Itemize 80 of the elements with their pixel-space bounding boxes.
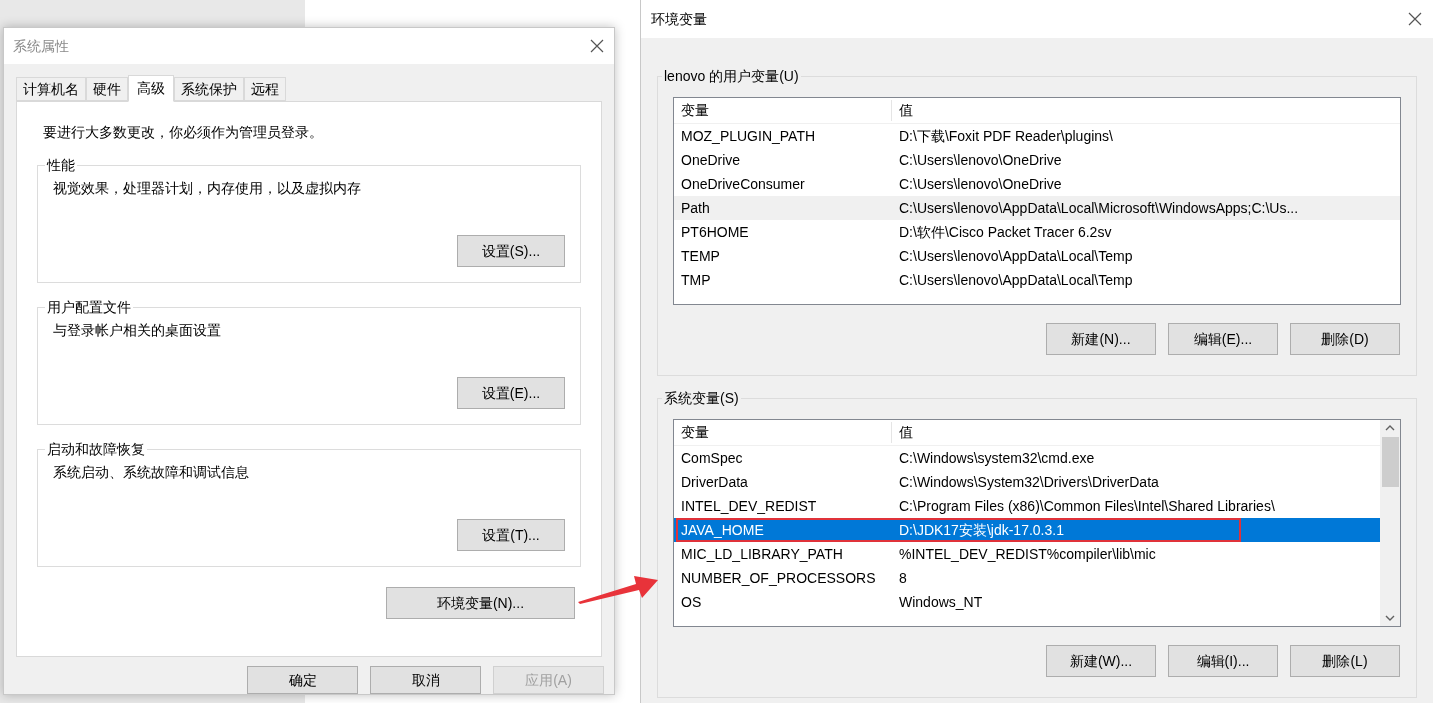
close-icon[interactable]: [589, 38, 605, 54]
dialog-button[interactable]: 新建(W)...: [1046, 645, 1156, 677]
scrollbar[interactable]: [1380, 420, 1400, 626]
dialog-button[interactable]: 删除(L): [1290, 645, 1400, 677]
variable-value: C:\Windows\system32\cmd.exe: [898, 448, 1095, 468]
variable-name: INTEL_DEV_REDIST: [680, 496, 818, 516]
window-title: 系统属性: [13, 36, 69, 56]
column-header[interactable]: 变量: [674, 422, 892, 443]
column-header[interactable]: 变量: [674, 100, 892, 121]
dialog-button[interactable]: 设置(T)...: [457, 519, 565, 551]
tab[interactable]: 计算机名: [16, 77, 86, 101]
variable-row[interactable]: Path C:\Users\lenovo\AppData\Local\Microsoft\WindowsApps;C:\Us...: [674, 196, 1400, 220]
variable-row[interactable]: INTEL_DEV_REDIST C:\Program Files (x86)\Common Files\Intel\Shared Libraries\: [674, 494, 1380, 518]
dialog-button[interactable]: 新建(N)...: [1046, 323, 1156, 355]
variable-row[interactable]: PT6HOME D:\软件\Cisco Packet Tracer 6.2sv: [674, 220, 1400, 244]
variable-value: D:\软件\Cisco Packet Tracer 6.2sv: [898, 222, 1112, 242]
variable-value: C:\Users\lenovo\AppData\Local\Temp: [898, 246, 1133, 266]
variable-value: 8: [898, 568, 907, 588]
variable-row[interactable]: MOZ_PLUGIN_PATH D:\下载\Foxit PDF Reader\plugins\: [674, 124, 1400, 148]
group-title: 系统变量(S): [663, 389, 740, 408]
variable-name: TEMP: [680, 246, 721, 266]
group-title: 性能: [45, 156, 76, 175]
group-title: lenovo 的用户变量(U): [663, 67, 800, 86]
dialog-button[interactable]: 编辑(E)...: [1168, 323, 1278, 355]
variable-value: D:\JDK17安装\jdk-17.0.3.1: [898, 520, 1064, 540]
variable-name: PT6HOME: [680, 222, 750, 242]
group-description: 与登录帐户相关的桌面设置: [53, 321, 222, 340]
column-header[interactable]: 值: [892, 100, 1400, 121]
variable-row[interactable]: TMP C:\Users\lenovo\AppData\Local\Temp: [674, 268, 1400, 292]
admin-notice: 要进行大多数更改，你必须作为管理员登录。: [42, 123, 324, 142]
dialog-button[interactable]: 取消: [370, 666, 481, 694]
dialog-button[interactable]: 编辑(I)...: [1168, 645, 1278, 677]
variable-name: Path: [680, 198, 711, 218]
close-icon[interactable]: [1407, 11, 1423, 27]
variable-row[interactable]: ComSpec C:\Windows\system32\cmd.exe: [674, 446, 1380, 470]
scroll-up-icon[interactable]: [1385, 424, 1395, 431]
variable-row[interactable]: JAVA_HOME D:\JDK17安装\jdk-17.0.3.1: [674, 518, 1380, 542]
variable-value: C:\Users\lenovo\AppData\Local\Microsoft\WindowsApps;C:\Us...: [898, 198, 1299, 218]
variable-value: C:\Users\lenovo\AppData\Local\Temp: [898, 270, 1133, 290]
variable-name: OneDrive: [680, 150, 742, 170]
variable-name: MIC_LD_LIBRARY_PATH: [680, 544, 844, 564]
dialog-button[interactable]: 删除(D): [1290, 323, 1400, 355]
variable-name: TMP: [680, 270, 712, 290]
variable-value: C:\Windows\System32\Drivers\DriverData: [898, 472, 1159, 492]
group-title: 启动和故障恢复: [46, 440, 146, 459]
tab[interactable]: 系统保护: [174, 77, 244, 101]
variable-name: OneDriveConsumer: [680, 174, 806, 194]
dialog-button[interactable]: 环境变量(N)...: [386, 587, 575, 619]
scroll-down-icon[interactable]: [1385, 615, 1395, 622]
column-header[interactable]: 值: [892, 422, 1380, 443]
variable-row[interactable]: OneDriveConsumer C:\Users\lenovo\OneDrive: [674, 172, 1400, 196]
group-description: 系统启动、系统故障和调试信息: [53, 463, 250, 482]
variable-row[interactable]: OS Windows_NT: [674, 590, 1380, 614]
variable-value: C:\Program Files (x86)\Common Files\Intel\Shared Libraries\: [898, 496, 1275, 516]
dialog-button[interactable]: 设置(E)...: [457, 377, 565, 409]
variable-value: C:\Users\lenovo\OneDrive: [898, 150, 1062, 170]
variable-value: Windows_NT: [898, 592, 983, 612]
variable-row[interactable]: TEMP C:\Users\lenovo\AppData\Local\Temp: [674, 244, 1400, 268]
group-description: 视觉效果，处理器计划，内存使用，以及虚拟内存: [53, 179, 362, 198]
variable-name: ComSpec: [680, 448, 744, 468]
tab[interactable]: 高级: [128, 75, 174, 102]
variable-name: MOZ_PLUGIN_PATH: [680, 126, 817, 146]
variable-row[interactable]: MIC_LD_LIBRARY_PATH %INTEL_DEV_REDIST%compiler\lib\mic: [674, 542, 1380, 566]
variable-name: DriverData: [680, 472, 749, 492]
variable-name: JAVA_HOME: [680, 520, 765, 540]
dialog-button[interactable]: 设置(S)...: [457, 235, 565, 267]
tab[interactable]: 硬件: [86, 77, 128, 101]
variable-row[interactable]: DriverData C:\Windows\System32\Drivers\DriverData: [674, 470, 1380, 494]
tab[interactable]: 远程: [244, 77, 286, 101]
variable-value: D:\下载\Foxit PDF Reader\plugins\: [898, 126, 1113, 146]
variable-value: %INTEL_DEV_REDIST%compiler\lib\mic: [898, 544, 1156, 564]
variable-row[interactable]: OneDrive C:\Users\lenovo\OneDrive: [674, 148, 1400, 172]
variable-name: NUMBER_OF_PROCESSORS: [680, 568, 877, 588]
variable-value: C:\Users\lenovo\OneDrive: [898, 174, 1062, 194]
variable-row[interactable]: NUMBER_OF_PROCESSORS 8: [674, 566, 1380, 590]
group-title: 用户配置文件: [46, 298, 132, 317]
dialog-button[interactable]: 确定: [247, 666, 358, 694]
window-title: 环境变量: [651, 9, 707, 29]
variable-name: OS: [680, 592, 703, 612]
scroll-thumb[interactable]: [1381, 437, 1399, 487]
